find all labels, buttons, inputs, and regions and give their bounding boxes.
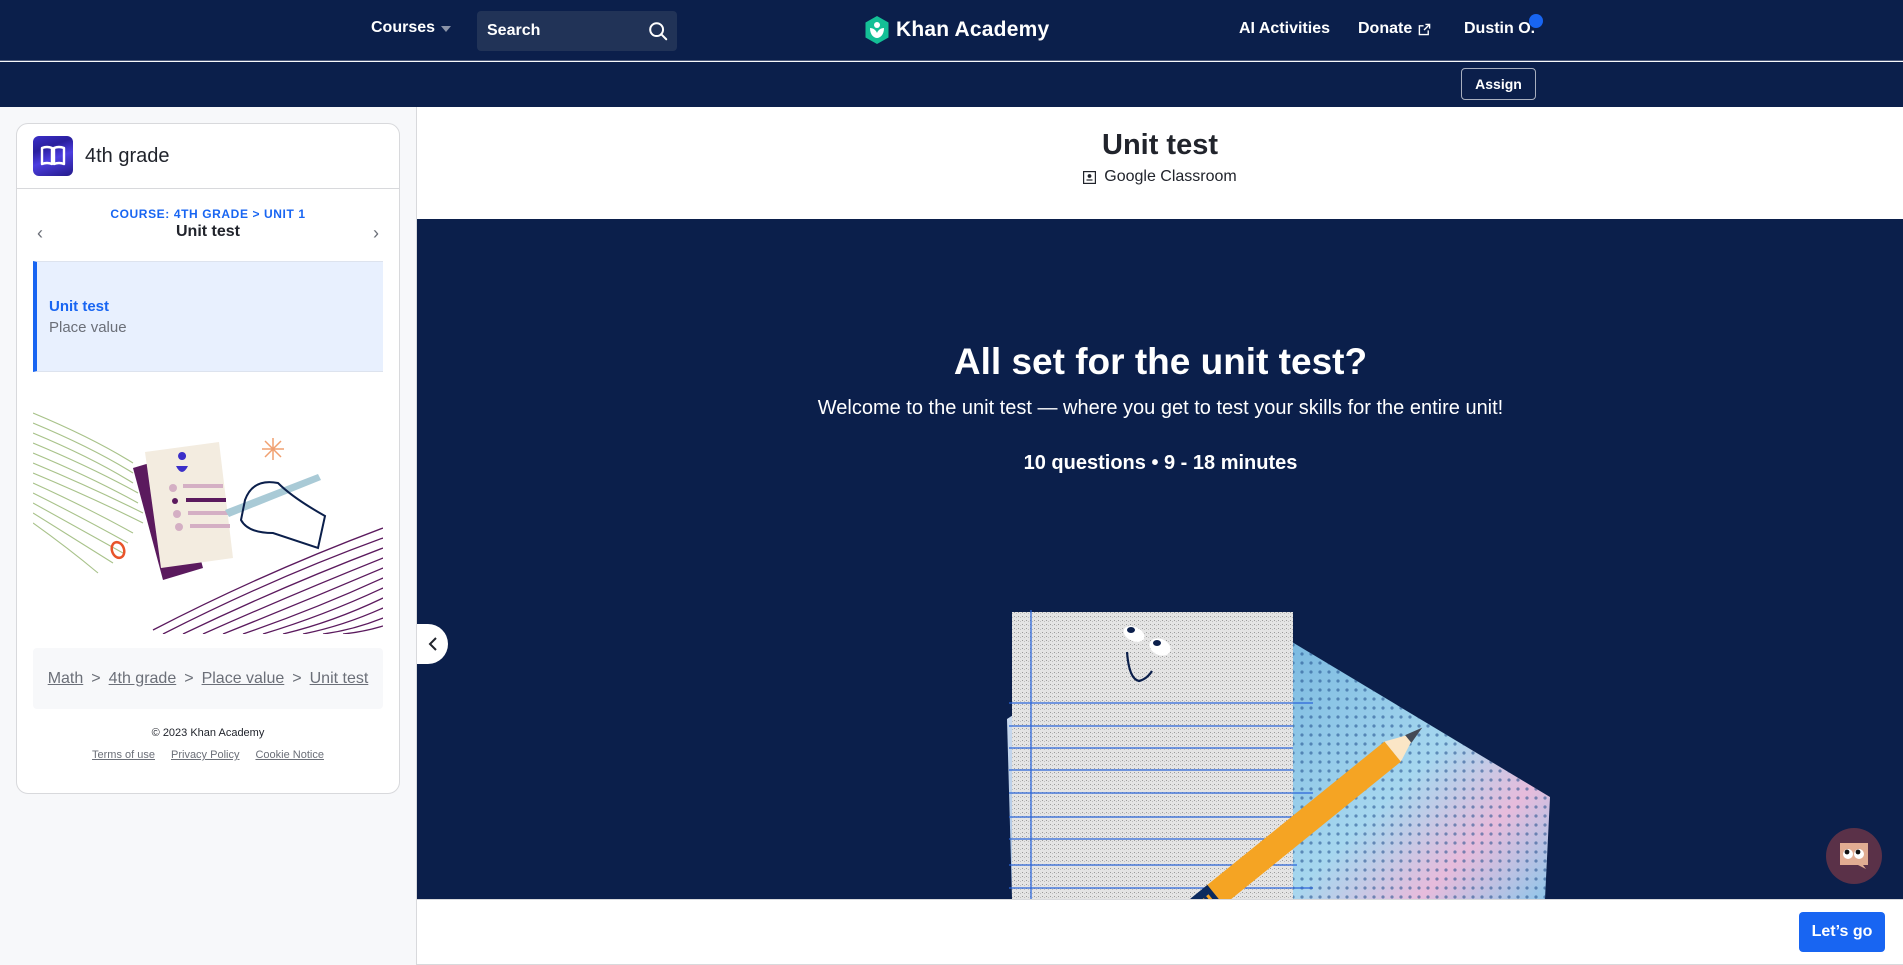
chevron-right-icon[interactable]: › <box>373 223 379 244</box>
assign-button[interactable]: Assign <box>1461 68 1536 100</box>
sparkle-decoration <box>262 438 284 460</box>
sidebar-item-unit-test[interactable]: Unit test Place value <box>33 261 383 372</box>
user-name: Dustin O. <box>1464 20 1536 37</box>
page-title: Unit test <box>1102 129 1218 161</box>
khan-logo-icon <box>865 16 889 44</box>
unit-navigation: ‹ COURSE: 4TH GRADE > UNIT 1 Unit test › <box>17 189 399 249</box>
sidebar-footer: © 2023 Khan Academy Terms of use Privacy… <box>17 727 399 761</box>
unit-test-intro-panel: All set for the unit test? Welcome to th… <box>417 219 1903 899</box>
item-subtitle: Place value <box>49 319 127 336</box>
breadcrumb: Math > 4th grade > Place value > Unit te… <box>33 648 383 709</box>
course-sidebar: 4th grade ‹ COURSE: 4TH GRADE > UNIT 1 U… <box>16 123 400 794</box>
chevron-left-icon[interactable]: ‹ <box>37 223 43 244</box>
hero-title: All set for the unit test? <box>953 341 1368 382</box>
top-navbar: Courses Khan Academy AI Activities Donat… <box>0 0 1903 61</box>
caret-down-icon <box>441 26 452 32</box>
ai-activities-label: AI Activities <box>1239 20 1330 37</box>
pen-illustration <box>225 474 321 517</box>
cookie-notice-link[interactable]: Cookie Notice <box>255 749 323 761</box>
green-lines-decoration <box>32 412 144 574</box>
breadcrumb-unit-test[interactable]: Unit test <box>310 670 369 688</box>
chat-eyes-icon <box>1840 843 1868 869</box>
sub-toolbar: Assign <box>0 62 1903 107</box>
brand-name: Khan Academy <box>896 18 1050 41</box>
notification-dot <box>1529 14 1544 28</box>
course-title: 4th grade <box>85 144 170 167</box>
khan-academy-logo[interactable]: Khan Academy <box>864 15 1049 45</box>
courses-menu[interactable]: Courses <box>371 19 452 37</box>
search-icon[interactable] <box>647 20 669 42</box>
google-classroom-label: Google Classroom <box>1104 168 1237 185</box>
unit-test-illustration <box>32 408 384 635</box>
ai-activities-link[interactable]: AI Activities <box>1239 20 1330 38</box>
ai-helper-button[interactable] <box>1826 828 1882 884</box>
privacy-policy-link[interactable]: Privacy Policy <box>171 749 239 761</box>
terms-of-use-link[interactable]: Terms of use <box>92 749 155 761</box>
breadcrumb-separator: > <box>184 669 194 687</box>
course-book-icon <box>33 136 73 176</box>
donate-link[interactable]: Donate <box>1358 20 1431 38</box>
google-classroom-button[interactable]: Google Classroom <box>1083 168 1237 186</box>
lets-go-button[interactable]: Let’s go <box>1799 912 1885 952</box>
courses-label: Courses <box>371 19 436 36</box>
clipboard-illustration <box>133 442 233 580</box>
copyright: © 2023 Khan Academy <box>151 727 265 739</box>
search-box <box>477 11 677 51</box>
breadcrumb-4th-grade[interactable]: 4th grade <box>109 670 177 688</box>
unit-name: Unit test <box>176 223 240 240</box>
bottom-action-bar: Let’s go <box>417 899 1903 965</box>
breadcrumb-math[interactable]: Math <box>48 670 84 688</box>
breadcrumb-separator: > <box>292 669 302 687</box>
user-menu[interactable]: Dustin O. <box>1464 14 1544 38</box>
search-input[interactable] <box>487 22 637 40</box>
google-classroom-icon <box>1083 170 1097 184</box>
content-header: Unit test Google Classroom <box>417 107 1903 219</box>
hero-subtitle: Welcome to the unit test — where you get… <box>817 397 1504 419</box>
breadcrumb-separator: > <box>91 669 101 687</box>
unit-breadcrumb[interactable]: COURSE: 4TH GRADE > UNIT 1 <box>17 207 399 221</box>
external-link-icon <box>1418 23 1431 35</box>
breadcrumb-place-value[interactable]: Place value <box>202 670 285 688</box>
donate-label: Donate <box>1358 20 1413 37</box>
chevron-left-icon <box>428 637 437 651</box>
course-header[interactable]: 4th grade <box>17 124 399 189</box>
main-content: Unit test Google Classroom All set for t… <box>416 107 1903 965</box>
test-meta: 10 questions • 9 - 18 minutes <box>1023 452 1298 474</box>
paper-pencil-illustration <box>1007 610 1550 899</box>
item-title: Unit test <box>49 298 109 315</box>
